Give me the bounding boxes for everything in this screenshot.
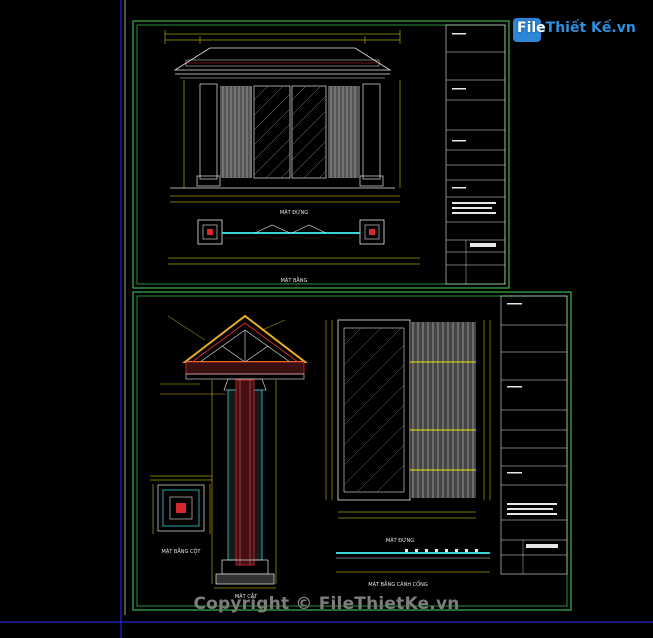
gate-leaf-plan-drawing [336,549,490,573]
filethietke-logo: FileThiết Kế.vn [513,14,636,44]
title-block-bottom [500,295,568,575]
column-plan-title: MẶT BẰNG CỘT [162,547,202,555]
plan-title: MẶT BẰNG [281,276,308,284]
copyright-watermark: Copyright © FileThietKe.vn [193,594,460,614]
gate-plan-title: MẶT BẰNG CÁNH CỔNG [368,580,428,588]
column-section-drawing [160,314,308,589]
logo-brand-prefix: File [517,20,546,36]
logo-text: FileThiết Kế.vn [517,20,636,36]
logo-domain: .vn [611,20,636,36]
sheet-top: MẶT ĐỨNG MẶT BẰNG [132,20,510,289]
cad-drawing-canvas: MẶT ĐỨNG MẶT BẰNG MẶT CẮT MẶT BẰNG CỘT M… [0,0,653,638]
gate-leaf-elevation-drawing [325,319,491,519]
title-block-top [445,24,506,285]
sheet-bottom: MẶT CẮT MẶT BẰNG CỘT MẶT ĐỨNG MẶT BẰNG C… [132,291,572,611]
gate-plan-drawing [168,219,420,265]
gate-elevation-drawing [164,30,401,203]
column-plan-drawing [150,475,212,534]
logo-brand-rest: Thiết Kế [545,20,612,36]
elevation-title: MẶT ĐỨNG [280,209,308,216]
gate-elevation-title: MẶT ĐỨNG [386,537,414,544]
